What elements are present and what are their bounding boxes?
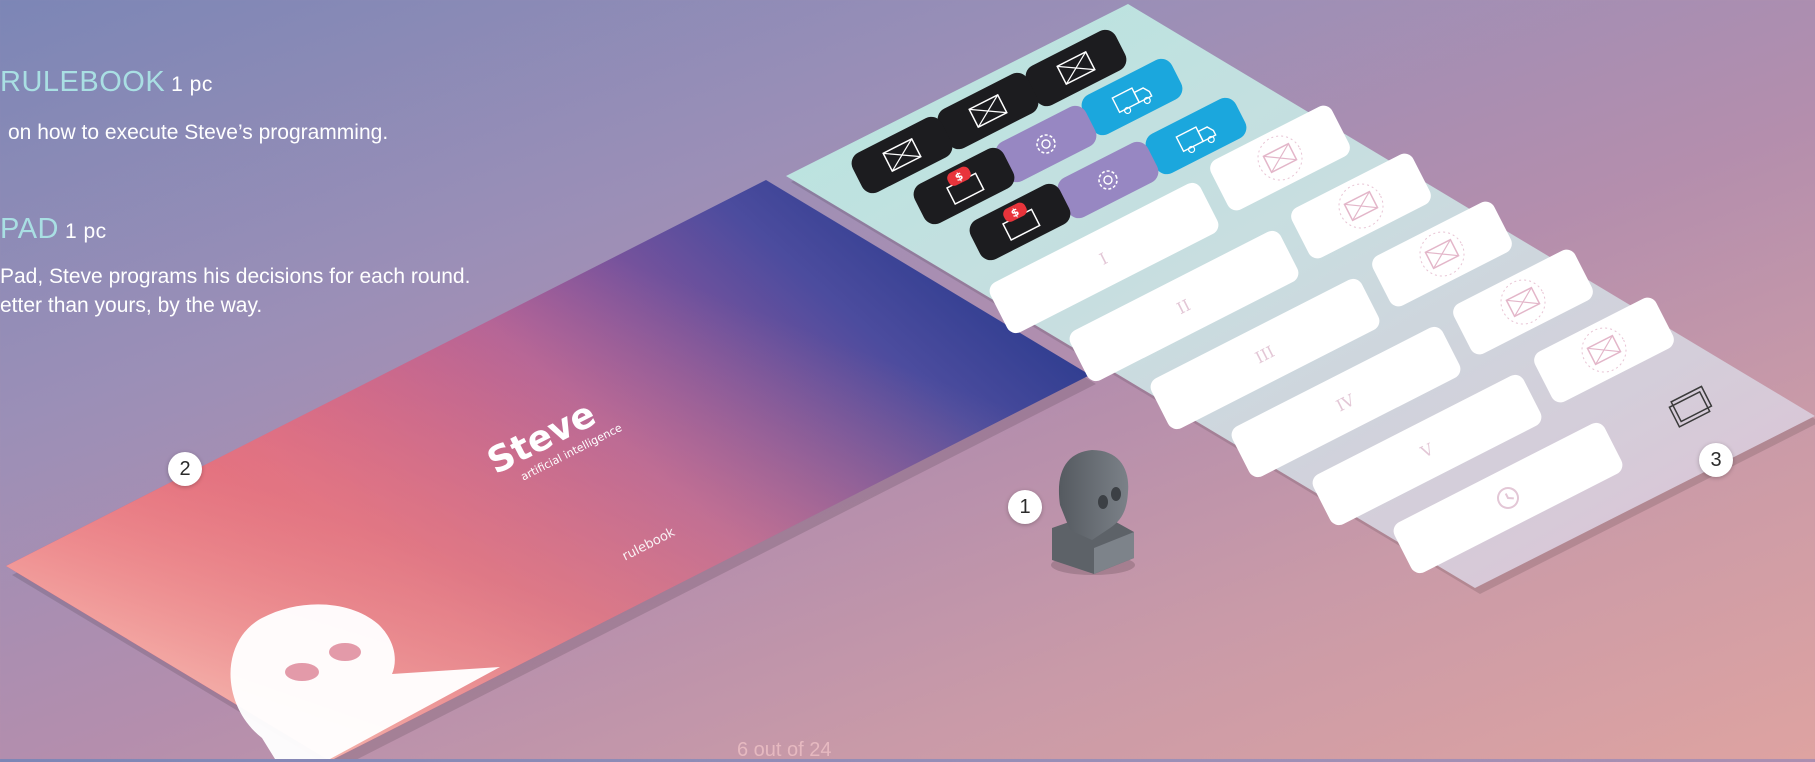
components-illustration: Steve artificial intelligence rulebook $… [6, 4, 1815, 759]
callout-figure: 1 [1008, 490, 1042, 524]
steve-figure [1051, 450, 1135, 575]
callout-rulebook: 2 [168, 452, 202, 486]
callout-pad: 3 [1699, 443, 1733, 477]
